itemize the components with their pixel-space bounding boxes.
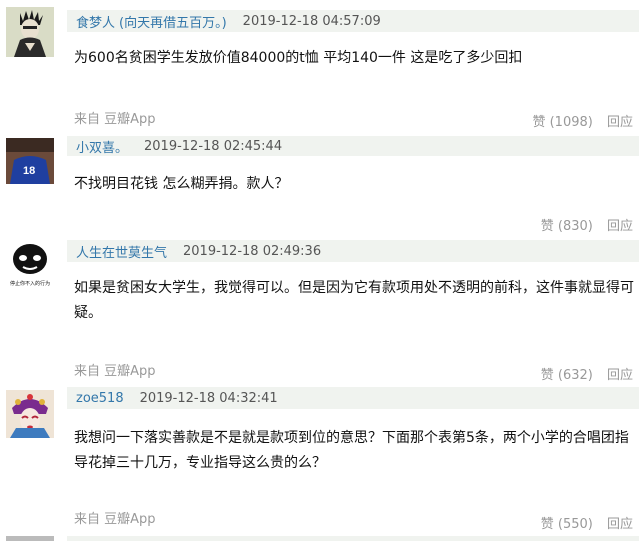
reply-button[interactable]: 回应 xyxy=(607,219,633,234)
reply-button[interactable]: 回应 xyxy=(607,115,633,130)
comment-header: 小双喜。 2019-12-18 02:45:44 xyxy=(67,136,639,156)
like-button[interactable]: 赞 (550) xyxy=(541,517,593,532)
comment-time: 2019-12-18 02:45:44 xyxy=(144,138,283,154)
comment-time: 2019-12-18 02:49:36 xyxy=(183,243,322,259)
comment-header: 食梦人 (向天再借五百万。) 2019-12-18 04:57:09 xyxy=(67,10,639,32)
comment-actions: 赞 (830) 回应 xyxy=(541,215,633,234)
avatar-caption: 停止你不入的行为 xyxy=(10,280,50,287)
author-name[interactable]: 小双喜。 xyxy=(76,137,128,156)
svg-text:18: 18 xyxy=(23,165,35,177)
like-button[interactable]: 赞 (830) xyxy=(541,219,593,234)
reply-button[interactable]: 回应 xyxy=(607,517,633,532)
comment-actions: 赞 (1098) 回应 xyxy=(532,111,633,130)
comment-source: 来自 豆瓣App xyxy=(74,112,156,127)
comment-actions: 赞 (632) 回应 xyxy=(541,364,633,383)
next-comment-header xyxy=(67,536,639,541)
comment-header: 人生在世莫生气 2019-12-18 02:49:36 xyxy=(67,240,639,262)
comment-item: 停止你不入的行为 人生在世莫生气 2019-12-18 02:49:36 如果是… xyxy=(0,238,643,386)
author-name[interactable]: 人生在世莫生气 xyxy=(76,242,167,261)
comment-header: zoe518 2019-12-18 04:32:41 xyxy=(67,387,639,409)
comment-item: 食梦人 (向天再借五百万。) 2019-12-18 04:57:09 为600名… xyxy=(0,0,643,138)
comment-source: 来自 豆瓣App xyxy=(74,512,156,527)
like-button[interactable]: 赞 (632) xyxy=(541,368,593,383)
comment-item: zoe518 2019-12-18 04:32:41 我想问一下落实善款是不是就… xyxy=(0,386,643,534)
avatar[interactable]: 停止你不入的行为 xyxy=(6,239,54,289)
author-name[interactable]: 食梦人 xyxy=(76,12,115,31)
comment-text: 为600名贫困学生发放价值84000的t恤 平均140一件 这是吃了多少回扣 xyxy=(74,50,523,66)
author-signature: (向天再借五百万。) xyxy=(119,15,227,31)
comment-time: 2019-12-18 04:57:09 xyxy=(242,13,381,29)
avatar[interactable]: 18 xyxy=(6,138,54,184)
reply-button[interactable]: 回应 xyxy=(607,368,633,383)
next-comment-avatar xyxy=(6,536,54,541)
comment-item: 18 小双喜。 2019-12-18 02:45:44 不找明目花钱 怎么糊弄捐… xyxy=(0,136,643,238)
avatar[interactable] xyxy=(6,390,54,438)
comment-source: 来自 豆瓣App xyxy=(74,364,156,379)
avatar[interactable] xyxy=(6,7,54,57)
comment-text: 不找明目花钱 怎么糊弄捐。款人？ xyxy=(74,176,289,192)
comment-list: 食梦人 (向天再借五百万。) 2019-12-18 04:57:09 为600名… xyxy=(0,0,643,541)
comment-actions: 赞 (550) 回应 xyxy=(541,513,633,532)
comment-text: 如果是贫困女大学生，我觉得可以。但是因为它有款项用处不透明的前科，这件事就显得可… xyxy=(74,280,634,321)
comment-text: 我想问一下落实善款是不是就是款项到位的意思？下面那个表第5条，两个小学的合唱团指… xyxy=(74,430,629,471)
author-name[interactable]: zoe518 xyxy=(76,391,124,406)
like-button[interactable]: 赞 (1098) xyxy=(532,115,592,130)
comment-time: 2019-12-18 04:32:41 xyxy=(139,390,278,406)
